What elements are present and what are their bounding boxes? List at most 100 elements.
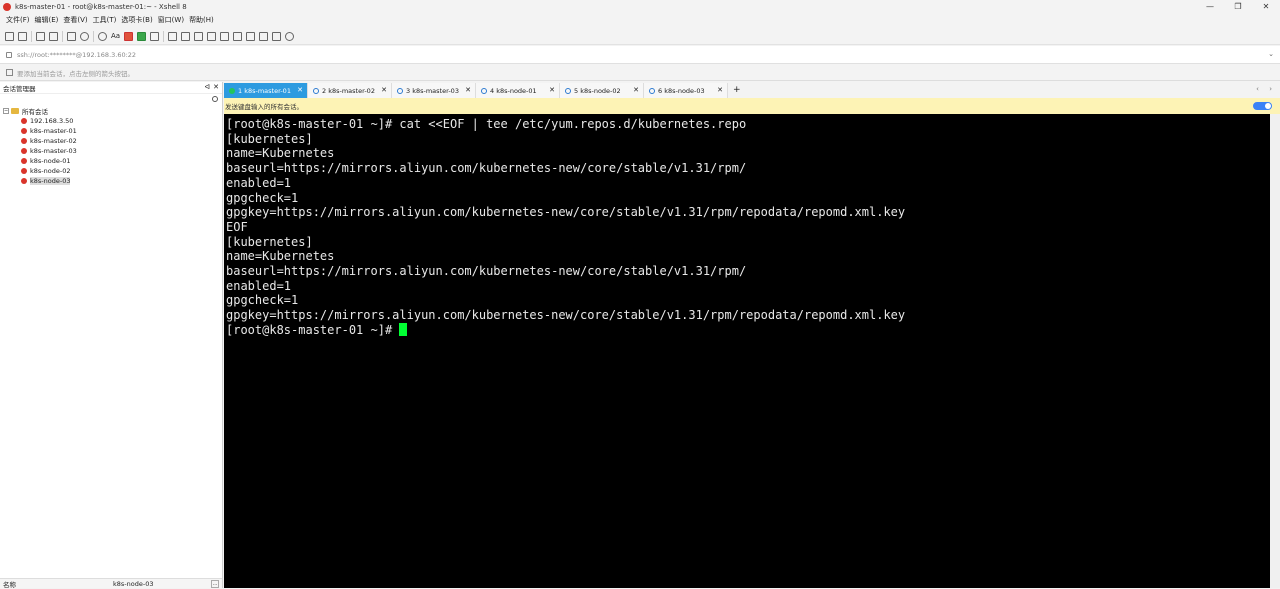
tab-k8s-master-01[interactable]: 1 k8s-master-01 ✕ (224, 83, 308, 98)
close-icon[interactable]: ✕ (297, 86, 303, 94)
toolbar-divider (31, 30, 32, 42)
xftp-icon[interactable] (137, 31, 147, 41)
session-manager-title: 会话管理器 (3, 84, 36, 93)
menu-tools[interactable]: 工具(T) (93, 15, 117, 25)
hint-bar: 要添加当前会话，点击左侧的箭头按钮。 (0, 65, 1280, 81)
toggle-knob (1265, 103, 1271, 109)
menu-help[interactable]: 帮助(H) (189, 15, 214, 25)
close-icon[interactable]: ✕ (633, 86, 639, 94)
session-item[interactable]: k8s-node-02 (3, 166, 222, 176)
terminal-line: name=Kubernetes (226, 249, 335, 264)
tab-k8s-master-03[interactable]: 3 k8s-master-03 ✕ (392, 83, 476, 98)
tab-k8s-master-02[interactable]: 2 k8s-master-02 ✕ (308, 83, 392, 98)
script-icon[interactable] (233, 31, 243, 41)
session-item[interactable]: k8s-node-03 (3, 176, 222, 186)
new-session-icon[interactable] (5, 31, 14, 41)
hint-text: 要添加当前会话，点击左侧的箭头按钮。 (17, 69, 134, 78)
terminal-line: baseurl=https://mirrors.aliyun.com/kuber… (226, 161, 747, 176)
send-all-toggle[interactable] (1253, 102, 1272, 110)
menu-tab[interactable]: 选项卡(B) (121, 15, 152, 25)
close-icon[interactable]: ✕ (465, 86, 471, 94)
session-icon (21, 168, 27, 174)
terminal-line: enabled=1 (226, 175, 292, 190)
maximize-button[interactable]: ❐ (1224, 0, 1252, 13)
info-icon (649, 87, 655, 94)
terminal-cursor (399, 322, 408, 336)
minimize-button[interactable]: — (1196, 0, 1224, 13)
address-input[interactable]: ssh://root:********@192.168.3.60:22 (17, 51, 136, 59)
disconnect-icon[interactable] (49, 31, 58, 41)
info-icon (397, 87, 403, 94)
xshell-icon[interactable] (124, 31, 134, 41)
close-button[interactable]: ✕ (1252, 0, 1280, 13)
new-tab-button[interactable]: + (733, 83, 741, 98)
open-folder-icon[interactable] (18, 31, 27, 41)
tab-label: 3 k8s-master-03 (406, 86, 459, 95)
folder-icon (11, 108, 19, 114)
terminal-line: baseurl=https://mirrors.aliyun.com/kuber… (226, 264, 747, 279)
info-icon (313, 87, 319, 94)
collapse-icon[interactable]: − (3, 108, 9, 114)
tab-scroll-arrows[interactable]: ‹ › (1256, 85, 1276, 93)
window-controls: — ❐ ✕ (1196, 0, 1280, 13)
close-icon[interactable]: ✕ (381, 86, 387, 94)
session-icon (21, 118, 27, 124)
reconnect-icon[interactable] (36, 31, 45, 41)
more-button[interactable]: ... (211, 579, 219, 588)
lock-icon[interactable] (150, 31, 160, 41)
search-icon[interactable] (212, 96, 218, 102)
close-icon[interactable]: ✕ (549, 86, 555, 94)
tab-label: 6 k8s-node-03 (658, 86, 705, 95)
close-icon[interactable]: ✕ (717, 86, 723, 94)
notes-icon[interactable] (246, 31, 256, 41)
terminal[interactable]: [root@k8s-master-01 ~]# cat <<EOF | tee … (224, 114, 1270, 588)
pin-icon[interactable]: ᐊ (205, 83, 210, 91)
close-icon[interactable]: ✕ (213, 83, 219, 91)
keyboard-icon[interactable] (181, 31, 191, 41)
tab-label: 4 k8s-node-01 (490, 86, 537, 95)
log-icon[interactable] (207, 31, 217, 41)
globe-icon[interactable] (98, 31, 107, 41)
help-icon[interactable] (285, 31, 295, 41)
session-icon (21, 148, 27, 154)
lock-icon (6, 51, 12, 58)
tab-k8s-node-03[interactable]: 6 k8s-node-03 ✕ (644, 83, 728, 98)
menu-bar: 文件(F) 编辑(E) 查看(V) 工具(T) 选项卡(B) 窗口(W) 帮助(… (0, 13, 1280, 27)
menu-file[interactable]: 文件(F) (6, 15, 30, 25)
session-label: k8s-master-02 (30, 137, 77, 145)
font-button[interactable]: Aa (111, 32, 120, 40)
session-label: k8s-node-03 (30, 177, 71, 185)
session-item[interactable]: k8s-master-02 (3, 136, 222, 146)
send-all-label: 发送键盘输入的所有会话。 (225, 103, 303, 111)
terminal-line: [kubernetes] (226, 131, 313, 146)
terminal-line: [root@k8s-master-01 ~]# cat <<EOF | tee … (226, 117, 747, 131)
session-item[interactable]: 192.168.3.50 (3, 116, 222, 126)
fullscreen-icon[interactable] (168, 31, 178, 41)
title-bar: k8s-master-01 - root@k8s-master-01:~ - X… (0, 0, 1280, 13)
tab-k8s-node-02[interactable]: 5 k8s-node-02 ✕ (560, 83, 644, 98)
session-item[interactable]: k8s-node-01 (3, 156, 222, 166)
tab-label: 2 k8s-master-02 (322, 86, 375, 95)
layout-icon[interactable] (259, 31, 269, 41)
menu-edit[interactable]: 编辑(E) (35, 15, 59, 25)
screen-icon[interactable] (67, 31, 76, 41)
window-title: k8s-master-01 - root@k8s-master-01:~ - X… (15, 2, 187, 11)
session-item[interactable]: k8s-master-01 (3, 126, 222, 136)
tab-k8s-node-01[interactable]: 4 k8s-node-01 ✕ (476, 83, 560, 98)
address-bar[interactable]: ssh://root:********@192.168.3.60:22 ⌄ (0, 46, 1280, 64)
chevron-down-icon[interactable]: ⌄ (1268, 50, 1274, 58)
terminal-scrollbar[interactable] (1270, 114, 1280, 588)
session-manager: 会话管理器 ᐊ ✕ − 所有会话 192.168.3.50 k8s-master… (0, 82, 223, 589)
transfer-icon[interactable] (220, 31, 230, 41)
property-row: 名称 k8s-node-03 ... (0, 578, 222, 589)
session-label: k8s-master-01 (30, 127, 77, 135)
session-icon (21, 178, 27, 184)
tree-root[interactable]: − 所有会话 (3, 106, 222, 116)
session-item[interactable]: k8s-master-03 (3, 146, 222, 156)
add-session-icon[interactable] (6, 69, 13, 76)
compose-icon[interactable] (194, 31, 204, 41)
grid-icon[interactable] (272, 31, 282, 41)
menu-view[interactable]: 查看(V) (63, 15, 87, 25)
menu-window[interactable]: 窗口(W) (158, 15, 184, 25)
search-icon[interactable] (80, 31, 89, 41)
